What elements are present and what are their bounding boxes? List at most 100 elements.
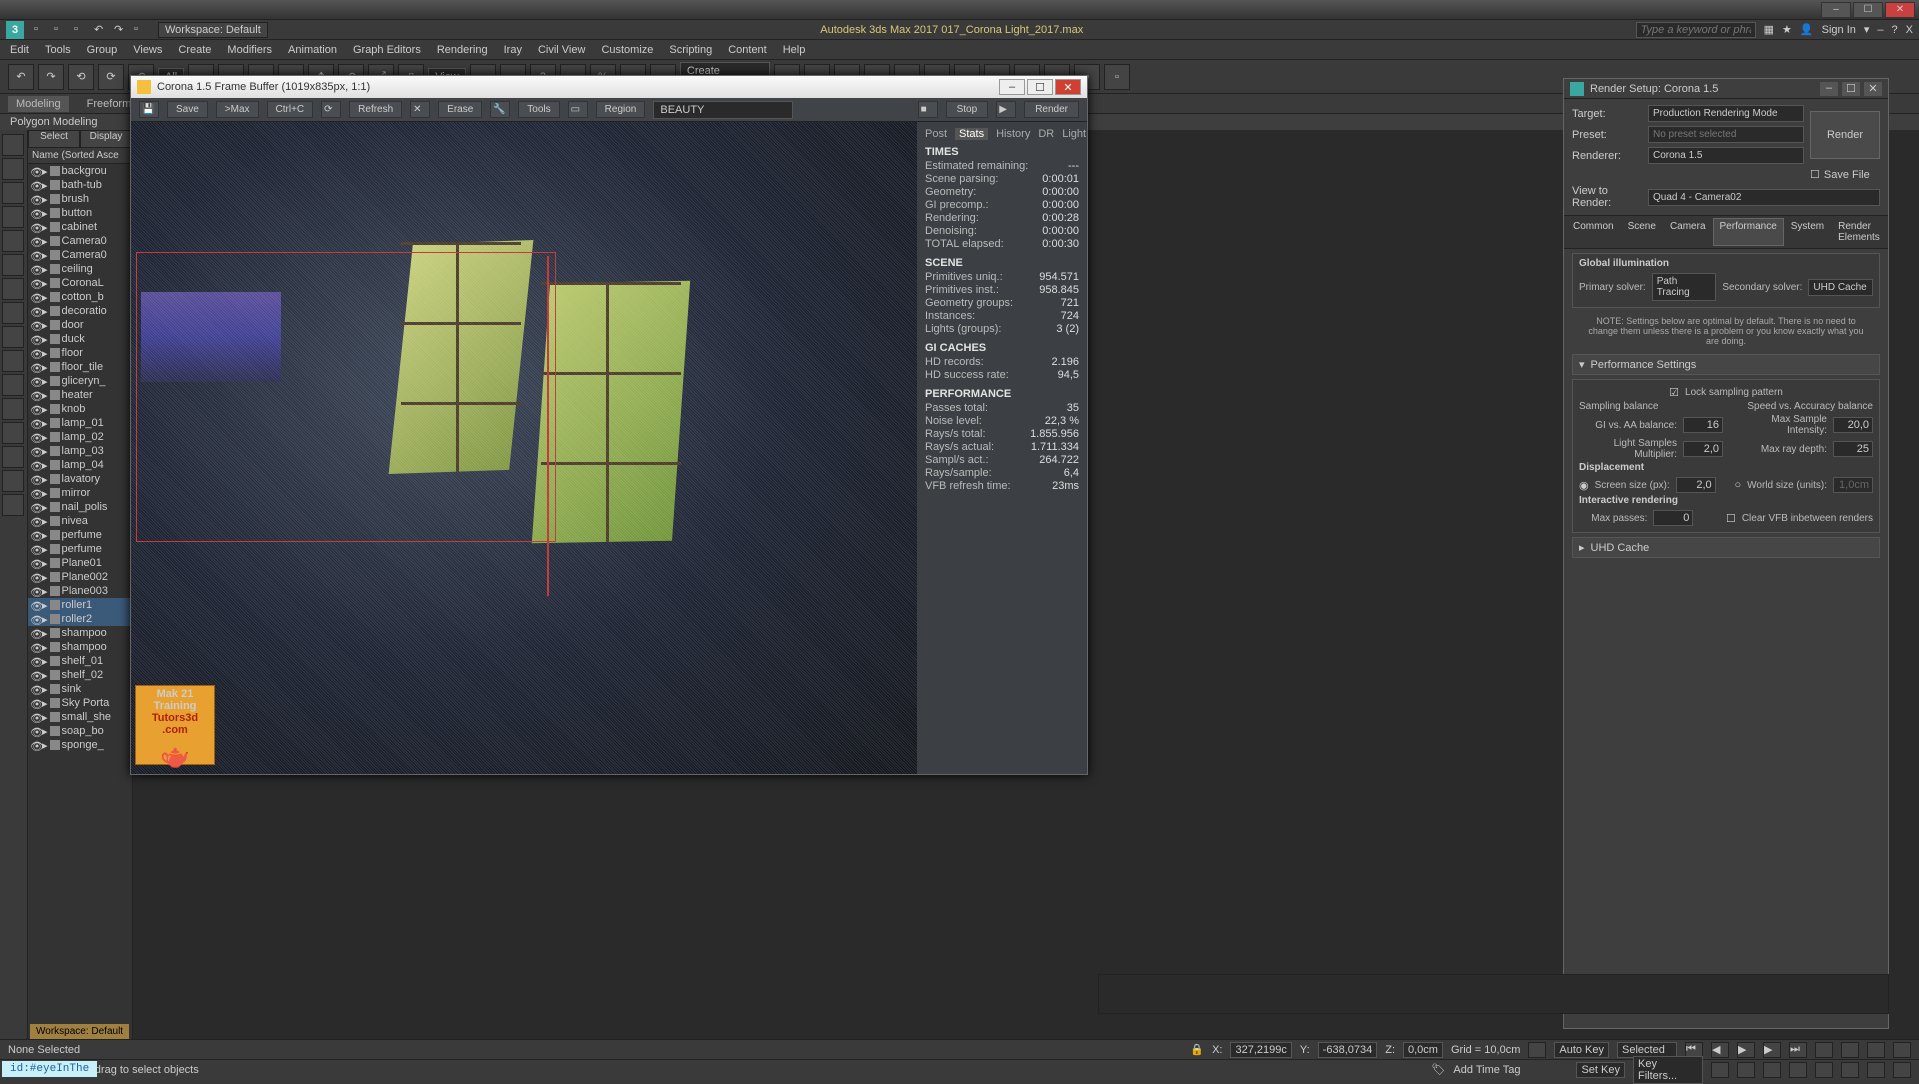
perf-settings-rollup[interactable]: ▾Performance Settings — [1572, 354, 1880, 375]
scene-item[interactable]: 👁▸cotton_b — [28, 290, 132, 304]
max-passes-spinner[interactable]: 0 — [1653, 510, 1693, 526]
scene-item[interactable]: 👁▸Plane01 — [28, 556, 132, 570]
tool-icon[interactable] — [2, 422, 24, 444]
render-output[interactable] — [131, 122, 917, 774]
setkey-button[interactable]: Set Key — [1576, 1062, 1625, 1078]
channel-selector[interactable]: BEAUTY — [653, 101, 793, 119]
scene-item[interactable]: 👁▸lavatory — [28, 472, 132, 486]
scene-item[interactable]: 👁▸mirror — [28, 486, 132, 500]
menu-content[interactable]: Content — [728, 44, 767, 56]
goto-end-button[interactable]: ⏭ — [1789, 1042, 1807, 1058]
visibility-icon[interactable]: 👁 — [30, 278, 40, 288]
visibility-icon[interactable]: 👁 — [30, 712, 40, 722]
cfb-max-button[interactable]: ☐ — [1027, 79, 1053, 95]
worldsize-radio[interactable]: ○ — [1735, 479, 1742, 491]
rsetup-tab-performance[interactable]: Performance — [1713, 218, 1784, 246]
signin-label[interactable]: Sign In — [1822, 24, 1856, 36]
menu-create[interactable]: Create — [178, 44, 211, 56]
scene-item[interactable]: 👁▸cabinet — [28, 220, 132, 234]
scene-item[interactable]: 👁▸lamp_02 — [28, 430, 132, 444]
lock-checkbox[interactable]: ☑ — [1669, 386, 1679, 399]
cfb-titlebar[interactable]: Corona 1.5 Frame Buffer (1019x835px, 1:1… — [131, 76, 1087, 98]
visibility-icon[interactable]: 👁 — [30, 348, 40, 358]
scene-item[interactable]: 👁▸heater — [28, 388, 132, 402]
visibility-icon[interactable]: 👁 — [30, 208, 40, 218]
scene-item[interactable]: 👁▸backgrou — [28, 164, 132, 178]
tool-icon[interactable] — [2, 182, 24, 204]
rsetup-max-button[interactable]: ☐ — [1842, 82, 1860, 96]
scene-item[interactable]: 👁▸lamp_01 — [28, 416, 132, 430]
savefile-checkbox[interactable]: ☐ — [1810, 168, 1820, 181]
column-header[interactable]: Name (Sorted Asce — [28, 148, 132, 164]
nav-icon[interactable] — [1815, 1042, 1833, 1058]
visibility-icon[interactable]: 👁 — [30, 516, 40, 526]
visibility-icon[interactable]: 👁 — [30, 530, 40, 540]
autokey-button[interactable]: Auto Key — [1554, 1042, 1609, 1058]
menu-group[interactable]: Group — [87, 44, 118, 56]
tool-icon[interactable] — [2, 350, 24, 372]
stop-icon[interactable]: ■ — [918, 101, 938, 118]
tool-icon[interactable] — [2, 398, 24, 420]
scene-item[interactable]: 👁▸roller1 — [28, 598, 132, 612]
scene-item[interactable]: 👁▸shelf_02 — [28, 668, 132, 682]
visibility-icon[interactable]: 👁 — [30, 544, 40, 554]
visibility-icon[interactable]: 👁 — [30, 670, 40, 680]
world-size-spinner[interactable]: 1,0cm — [1833, 477, 1873, 493]
tool-icon[interactable] — [2, 302, 24, 324]
help-search-input[interactable] — [1636, 22, 1756, 38]
scene-item[interactable]: 👁▸shelf_01 — [28, 654, 132, 668]
erase-icon[interactable]: ✕ — [410, 101, 430, 118]
nav-icon[interactable] — [1815, 1062, 1833, 1078]
visibility-icon[interactable]: 👁 — [30, 740, 40, 750]
menu-animation[interactable]: Animation — [288, 44, 337, 56]
visibility-icon[interactable]: 👁 — [30, 180, 40, 190]
menu-tools[interactable]: Tools — [45, 44, 71, 56]
gi-aa-spinner[interactable]: 16 — [1683, 417, 1723, 433]
tools-icon[interactable]: 🔧 — [490, 101, 510, 118]
visibility-icon[interactable]: 👁 — [30, 600, 40, 610]
os-close-button[interactable]: ✕ — [1885, 2, 1915, 18]
visibility-icon[interactable]: 👁 — [30, 460, 40, 470]
visibility-icon[interactable]: 👁 — [30, 390, 40, 400]
scene-item[interactable]: 👁▸roller2 — [28, 612, 132, 626]
visibility-icon[interactable]: 👁 — [30, 586, 40, 596]
erase-button[interactable]: Erase — [438, 101, 482, 118]
cfb-tab-dr[interactable]: DR — [1038, 128, 1054, 140]
scene-item[interactable]: 👁▸shampoo — [28, 640, 132, 654]
nav-icon[interactable] — [1841, 1042, 1859, 1058]
link-button[interactable]: ⟲ — [68, 64, 94, 90]
refresh-icon[interactable]: ⟳ — [321, 101, 341, 118]
secondary-solver-selector[interactable]: UHD Cache — [1808, 279, 1873, 296]
tool-icon[interactable] — [2, 446, 24, 468]
tool-icon[interactable] — [2, 254, 24, 276]
max-ray-depth-spinner[interactable]: 25 — [1833, 441, 1873, 457]
nav-icon[interactable] — [1893, 1042, 1911, 1058]
visibility-icon[interactable]: 👁 — [30, 264, 40, 274]
nav-icon[interactable] — [1893, 1062, 1911, 1078]
os-min-button[interactable]: – — [1821, 2, 1851, 18]
prev-frame-button[interactable]: ◀ — [1711, 1042, 1729, 1058]
visibility-icon[interactable]: 👁 — [30, 194, 40, 204]
visibility-icon[interactable]: 👁 — [30, 698, 40, 708]
menu-edit[interactable]: Edit — [10, 44, 29, 56]
nav-icon[interactable] — [1867, 1042, 1885, 1058]
visibility-icon[interactable]: 👁 — [30, 236, 40, 246]
renderer-selector[interactable]: Corona 1.5 — [1648, 147, 1804, 164]
tool-icon[interactable] — [2, 134, 24, 156]
rsetup-tab-scene[interactable]: Scene — [1621, 218, 1663, 246]
select-tab[interactable]: Select — [28, 130, 80, 148]
key-filters-button[interactable]: Key Filters... — [1633, 1056, 1703, 1084]
stop-button[interactable]: Stop — [946, 101, 989, 118]
new-icon[interactable]: ▫ — [34, 23, 48, 37]
nav-icon[interactable] — [1737, 1062, 1755, 1078]
tool-icon[interactable] — [2, 326, 24, 348]
save-icon[interactable]: ▫ — [74, 23, 88, 37]
rsetup-tab-system[interactable]: System — [1784, 218, 1831, 246]
visibility-icon[interactable]: 👁 — [30, 446, 40, 456]
menu-civilview[interactable]: Civil View — [538, 44, 585, 56]
visibility-icon[interactable]: 👁 — [30, 642, 40, 652]
tools-button[interactable]: Tools — [518, 101, 559, 118]
scene-item[interactable]: 👁▸floor — [28, 346, 132, 360]
scene-item[interactable]: 👁▸Camera0 — [28, 234, 132, 248]
cfb-tab-post[interactable]: Post — [925, 128, 947, 140]
